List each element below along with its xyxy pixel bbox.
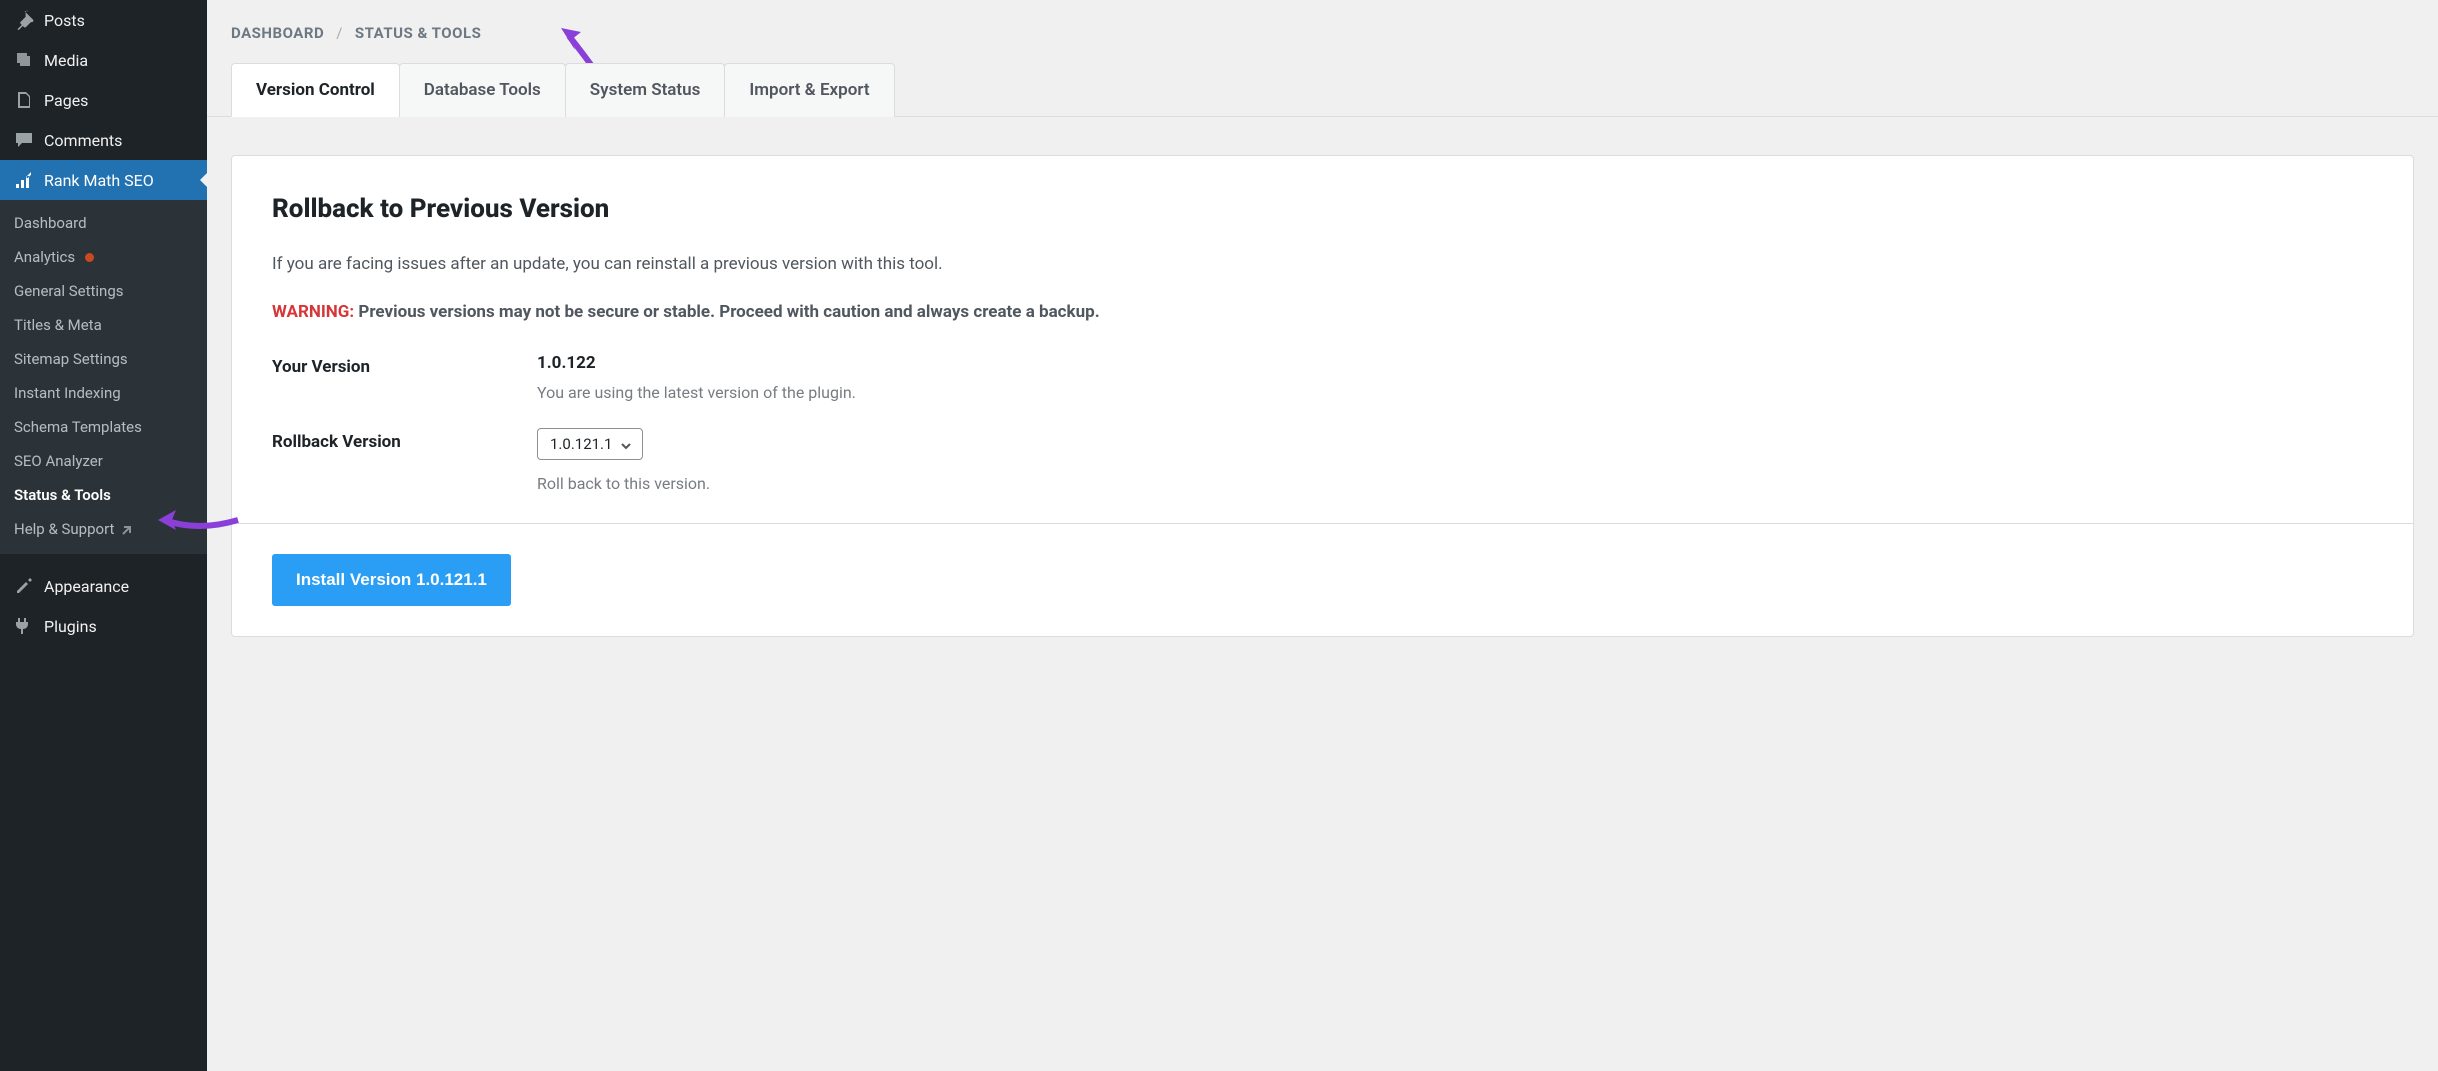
submenu-label: Titles & Meta	[14, 316, 102, 334]
submenu-label: Help & Support	[14, 520, 114, 538]
sidebar-item-rankmath[interactable]: Rank Math SEO	[0, 160, 207, 200]
submenu-label: Schema Templates	[14, 418, 142, 436]
tab-label: Database Tools	[424, 80, 541, 100]
rollback-warning: WARNING: Previous versions may not be se…	[272, 300, 2373, 326]
submenu-label: Instant Indexing	[14, 384, 121, 402]
appearance-icon	[14, 576, 34, 596]
submenu-help-support[interactable]: Help & Support	[0, 512, 207, 546]
sidebar-item-comments[interactable]: Comments	[0, 120, 207, 160]
page-icon	[14, 90, 34, 110]
submenu-label: Sitemap Settings	[14, 350, 128, 368]
submenu-analytics[interactable]: Analytics	[0, 240, 207, 274]
submenu-label: Dashboard	[14, 214, 87, 232]
notification-dot-icon	[85, 253, 94, 262]
tab-version-control[interactable]: Version Control	[231, 63, 400, 117]
external-link-icon	[120, 523, 132, 535]
submenu-label: SEO Analyzer	[14, 452, 103, 470]
chevron-down-icon	[620, 438, 632, 450]
sidebar-item-plugins[interactable]: Plugins	[0, 606, 207, 646]
sidebar-label: Plugins	[44, 617, 193, 636]
sidebar-label: Media	[44, 51, 193, 70]
submenu-dashboard[interactable]: Dashboard	[0, 206, 207, 240]
rankmath-submenu: Dashboard Analytics General Settings Tit…	[0, 200, 207, 554]
submenu-label: General Settings	[14, 282, 124, 300]
rollback-version-desc: Roll back to this version.	[537, 474, 710, 493]
tab-database-tools[interactable]: Database Tools	[399, 63, 566, 117]
rollback-version-label: Rollback Version	[272, 428, 537, 452]
sidebar-label: Appearance	[44, 577, 193, 596]
tab-label: System Status	[590, 80, 701, 100]
breadcrumb: DASHBOARD / STATUS & TOOLS	[207, 0, 2438, 62]
rankmath-icon	[14, 170, 34, 190]
submenu-label: Analytics	[14, 248, 75, 266]
tab-label: Version Control	[256, 80, 375, 100]
submenu-general-settings[interactable]: General Settings	[0, 274, 207, 308]
sidebar-label: Comments	[44, 131, 193, 150]
warning-label: WARNING:	[272, 302, 354, 322]
card-footer: Install Version 1.0.121.1	[232, 523, 2413, 636]
tab-system-status[interactable]: System Status	[565, 63, 726, 117]
plugin-icon	[14, 616, 34, 636]
rollback-version-select[interactable]: 1.0.121.1	[537, 428, 643, 460]
breadcrumb-separator: /	[336, 24, 343, 42]
rollback-version-row: Rollback Version 1.0.121.1 Roll back to …	[272, 428, 2373, 493]
submenu-label: Status & Tools	[14, 486, 111, 504]
rollback-heading: Rollback to Previous Version	[272, 194, 2373, 224]
rollback-card: Rollback to Previous Version If you are …	[231, 155, 2414, 637]
rollback-intro: If you are facing issues after an update…	[272, 252, 2373, 278]
tab-import-export[interactable]: Import & Export	[724, 63, 894, 117]
tabs-bar: Version Control Database Tools System St…	[207, 62, 2438, 117]
sidebar-item-media[interactable]: Media	[0, 40, 207, 80]
select-value: 1.0.121.1	[550, 435, 612, 453]
sidebar-item-pages[interactable]: Pages	[0, 80, 207, 120]
your-version-label: Your Version	[272, 353, 537, 377]
sidebar-label: Pages	[44, 91, 193, 110]
breadcrumb-current: STATUS & TOOLS	[355, 24, 481, 42]
submenu-seo-analyzer[interactable]: SEO Analyzer	[0, 444, 207, 478]
submenu-schema-templates[interactable]: Schema Templates	[0, 410, 207, 444]
submenu-sitemap-settings[interactable]: Sitemap Settings	[0, 342, 207, 376]
main-content: DASHBOARD / STATUS & TOOLS Version Contr…	[207, 0, 2438, 1071]
sidebar-label: Posts	[44, 11, 193, 30]
your-version-row: Your Version 1.0.122 You are using the l…	[272, 353, 2373, 402]
warning-text: Previous versions may not be secure or s…	[358, 302, 1099, 322]
sidebar-item-posts[interactable]: Posts	[0, 0, 207, 40]
pin-icon	[14, 10, 34, 30]
tab-label: Import & Export	[749, 80, 869, 100]
submenu-titles-meta[interactable]: Titles & Meta	[0, 308, 207, 342]
submenu-status-tools[interactable]: Status & Tools	[0, 478, 207, 512]
submenu-instant-indexing[interactable]: Instant Indexing	[0, 376, 207, 410]
admin-sidebar: Posts Media Pages Comments Rank Math SEO…	[0, 0, 207, 1071]
media-icon	[14, 50, 34, 70]
your-version-value: 1.0.122	[537, 353, 856, 373]
sidebar-label: Rank Math SEO	[44, 171, 193, 190]
your-version-desc: You are using the latest version of the …	[537, 383, 856, 402]
comment-icon	[14, 130, 34, 150]
install-version-button[interactable]: Install Version 1.0.121.1	[272, 554, 511, 606]
breadcrumb-root[interactable]: DASHBOARD	[231, 24, 324, 42]
sidebar-item-appearance[interactable]: Appearance	[0, 566, 207, 606]
